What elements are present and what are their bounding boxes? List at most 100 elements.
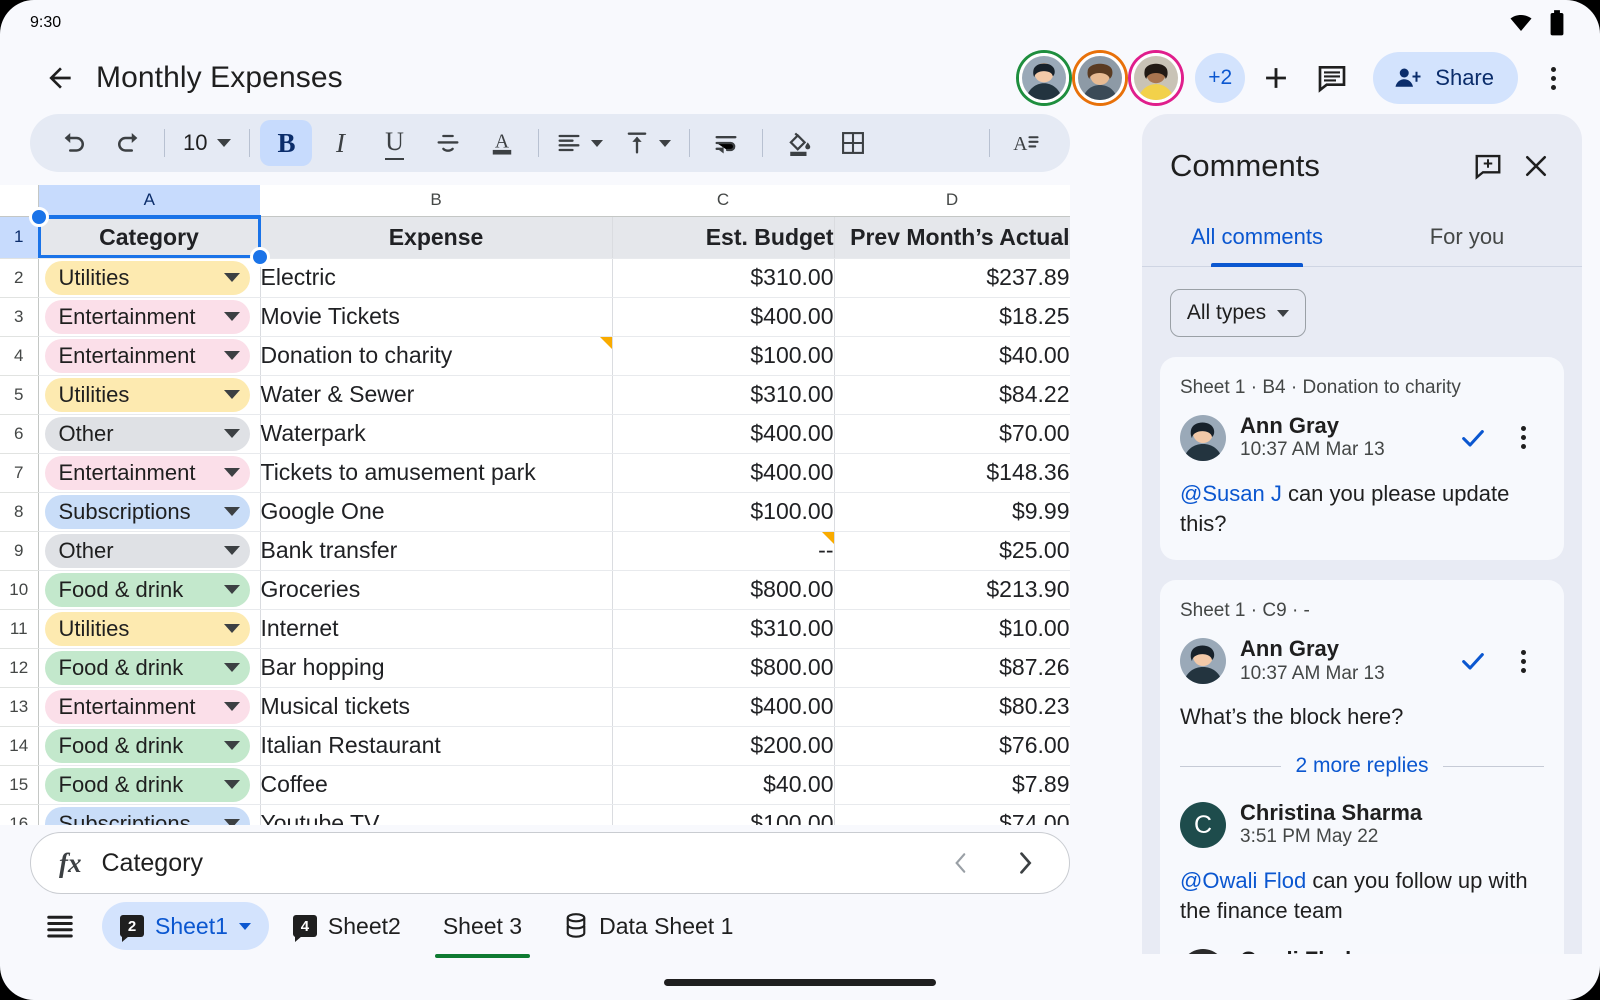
cell-category[interactable]: Food & drink xyxy=(38,765,261,805)
cell-category[interactable]: Entertainment xyxy=(38,687,261,727)
tab-all-comments[interactable]: All comments xyxy=(1152,210,1362,267)
category-chip[interactable]: Other xyxy=(44,533,250,568)
category-chip[interactable]: Subscriptions xyxy=(44,494,250,529)
category-chip[interactable]: Entertainment xyxy=(44,689,250,724)
check-icon[interactable] xyxy=(1452,417,1494,459)
chevron-down-icon[interactable] xyxy=(238,922,251,930)
column-header-b[interactable]: B xyxy=(260,185,612,217)
category-chip[interactable]: Entertainment xyxy=(44,299,250,334)
comment-thread[interactable]: Sheet 1 · C9 · - Ann Gray 10:37 AM Mar 13 W… xyxy=(1160,580,1564,954)
page-title[interactable]: Monthly Expenses xyxy=(96,61,343,95)
avatar[interactable] xyxy=(1180,949,1226,954)
share-button[interactable]: Share xyxy=(1373,52,1518,104)
formula-bar[interactable]: fx Category xyxy=(30,832,1070,894)
sheet-tab-sheet2[interactable]: 4 Sheet2 xyxy=(275,902,419,950)
cell-budget[interactable]: $100.00 xyxy=(612,804,835,825)
cell-category[interactable]: Utilities xyxy=(38,258,261,298)
cell-expense[interactable]: Tickets to amusement park xyxy=(260,453,613,493)
underline-button[interactable]: U xyxy=(368,120,420,166)
cell-expense[interactable]: Internet xyxy=(260,609,613,649)
comment-flag-icon[interactable] xyxy=(599,336,612,349)
cell-c1[interactable]: Est. Budget xyxy=(612,216,835,259)
comment-thread[interactable]: Sheet 1 · B4 · Donation to charity Ann Gr… xyxy=(1160,357,1564,561)
cell-category[interactable]: Entertainment xyxy=(38,336,261,376)
column-header-a[interactable]: A xyxy=(38,185,260,217)
cell-expense[interactable]: Donation to charity xyxy=(260,336,613,376)
add-comment-icon[interactable] xyxy=(1464,142,1512,190)
mention-link[interactable]: @Susan J xyxy=(1180,481,1282,506)
avatar[interactable] xyxy=(1180,638,1226,685)
category-chip[interactable]: Subscriptions xyxy=(44,806,250,825)
row-number[interactable]: 9 xyxy=(0,531,39,571)
row-number[interactable]: 8 xyxy=(0,492,39,532)
comment-icon[interactable] xyxy=(1307,53,1357,103)
cell-budget[interactable]: $200.00 xyxy=(612,726,835,766)
sheet-tab-sheet-3[interactable]: Sheet 3 xyxy=(425,902,540,958)
cell-category[interactable]: Other xyxy=(38,414,261,454)
back-arrow-icon[interactable] xyxy=(38,56,82,100)
text-color-icon[interactable]: A xyxy=(476,120,528,166)
cell-actual[interactable]: $80.23 xyxy=(834,687,1070,727)
fill-color-icon[interactable] xyxy=(773,120,825,166)
cell-category[interactable]: Food & drink xyxy=(38,648,261,688)
more-vert-icon[interactable] xyxy=(1502,640,1544,682)
chevron-down-icon[interactable] xyxy=(223,351,240,360)
row-number[interactable]: 3 xyxy=(0,297,39,337)
chevron-down-icon[interactable] xyxy=(223,780,240,789)
avatar[interactable]: C xyxy=(1180,802,1226,849)
column-header-c[interactable]: C xyxy=(612,185,834,217)
cell-actual[interactable]: $25.00 xyxy=(834,531,1070,571)
column-header-d[interactable]: D xyxy=(834,185,1070,217)
cell-budget[interactable]: $800.00 xyxy=(612,648,835,688)
category-chip[interactable]: Other xyxy=(44,416,250,451)
align-top-icon[interactable] xyxy=(617,120,657,166)
chevron-left-icon[interactable] xyxy=(939,841,983,885)
align-chevron-down-icon[interactable] xyxy=(591,139,604,147)
chevron-down-icon[interactable] xyxy=(223,819,240,825)
cell-actual[interactable]: $237.89 xyxy=(834,258,1070,298)
row-number[interactable]: 13 xyxy=(0,687,39,727)
close-icon[interactable] xyxy=(1512,142,1560,190)
chevron-down-icon[interactable] xyxy=(223,468,240,477)
chevron-down-icon[interactable] xyxy=(223,273,240,282)
cell-category[interactable]: Utilities xyxy=(38,609,261,649)
row-number[interactable]: 4 xyxy=(0,336,39,376)
cell-actual[interactable]: $84.22 xyxy=(834,375,1070,415)
bold-button[interactable]: B xyxy=(260,120,313,166)
row-number[interactable]: 11 xyxy=(0,609,39,649)
row-number[interactable]: 16 xyxy=(0,804,39,825)
cell-category[interactable]: Entertainment xyxy=(38,297,261,337)
all-sheets-icon[interactable] xyxy=(38,904,82,948)
row-number[interactable]: 12 xyxy=(0,648,39,688)
chevron-down-icon[interactable] xyxy=(223,741,240,750)
chevron-down-icon[interactable] xyxy=(223,507,240,516)
cell-budget[interactable]: $400.00 xyxy=(612,687,835,727)
cell-budget[interactable]: -- xyxy=(612,531,835,571)
avatar[interactable] xyxy=(1019,53,1070,103)
row-number[interactable]: 7 xyxy=(0,453,39,493)
format-text-icon[interactable]: A xyxy=(1000,120,1052,166)
cell-b1[interactable]: Expense xyxy=(260,216,613,259)
chevron-down-icon[interactable] xyxy=(223,585,240,594)
row-number[interactable]: 10 xyxy=(0,570,39,610)
category-chip[interactable]: Food & drink xyxy=(44,650,250,685)
category-chip[interactable]: Utilities xyxy=(44,611,250,646)
category-chip[interactable]: Food & drink xyxy=(44,728,250,763)
font-size-selector[interactable]: 10 xyxy=(175,130,239,156)
text-wrap-icon[interactable] xyxy=(700,120,752,166)
cell-budget[interactable]: $400.00 xyxy=(612,297,835,337)
cell-expense[interactable]: Musical tickets xyxy=(260,687,613,727)
corner-cell[interactable] xyxy=(0,185,39,217)
sheet-tab-sheet1[interactable]: 2 Sheet1 xyxy=(102,902,269,950)
cell-category[interactable]: Subscriptions xyxy=(38,804,261,825)
more-vert-icon[interactable] xyxy=(1528,53,1578,103)
cell-category[interactable]: Entertainment xyxy=(38,453,261,493)
cell-category[interactable]: Food & drink xyxy=(38,726,261,766)
avatar[interactable] xyxy=(1075,53,1126,103)
cell-expense[interactable]: Water & Sewer xyxy=(260,375,613,415)
category-chip[interactable]: Entertainment xyxy=(44,455,250,490)
cell-category[interactable]: Subscriptions xyxy=(38,492,261,532)
cell-actual[interactable]: $10.00 xyxy=(834,609,1070,649)
category-chip[interactable]: Entertainment xyxy=(44,338,250,373)
row-number[interactable]: 2 xyxy=(0,258,39,298)
